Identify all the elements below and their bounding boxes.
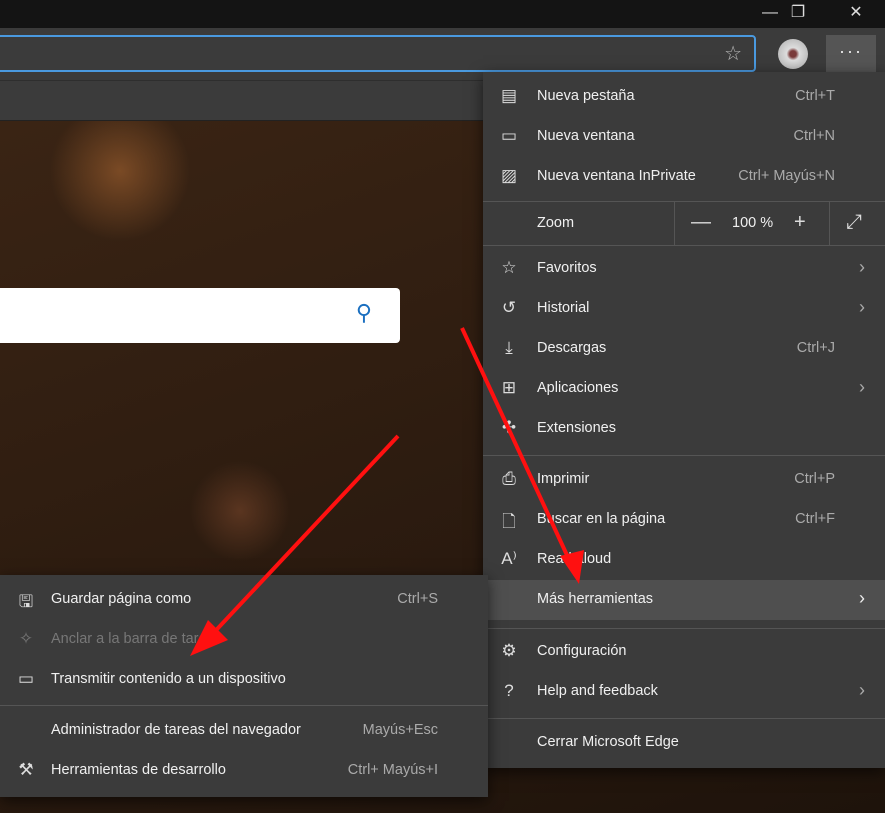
menu-item-new-window[interactable]: ▭ Nueva ventana Ctrl+N: [483, 117, 885, 157]
zoom-in-button[interactable]: +: [794, 211, 806, 234]
find-in-page-icon: 🗋: [502, 512, 516, 531]
menu-item-print[interactable]: ⎙ Imprimir Ctrl+P: [483, 460, 885, 500]
shortcut: Ctrl+F: [795, 511, 835, 527]
label: Historial: [537, 300, 590, 316]
label: Transmitir contenido a un dispositivo: [51, 671, 286, 687]
menu-item-close-edge[interactable]: Cerrar Microsoft Edge: [483, 723, 885, 763]
shortcut: Ctrl+N: [793, 128, 836, 144]
window-icon: ▭: [500, 126, 518, 145]
divider: [0, 705, 488, 706]
settings-and-more-button[interactable]: ···: [826, 35, 876, 73]
pin-icon: ✧: [18, 629, 34, 648]
zoom-value: 100 %: [732, 215, 774, 231]
apps-icon: ⊞: [501, 378, 517, 397]
title-bar: — ❐ ✕: [0, 0, 885, 28]
chevron-right-icon: ›: [859, 680, 865, 700]
history-icon: ↺: [501, 298, 517, 317]
save-icon: 🖫: [18, 592, 34, 611]
label: Descargas: [537, 340, 607, 356]
favorites-icon: ☆: [501, 258, 517, 277]
divider: [829, 201, 830, 245]
restore-button[interactable]: ❐: [775, 0, 821, 28]
label: Anclar a la barra de tareas: [51, 631, 222, 647]
zoom-row: Zoom — 100 % + ⤢: [483, 201, 885, 245]
cast-icon: ▭: [17, 669, 35, 688]
fullscreen-icon[interactable]: ⤢: [846, 211, 862, 234]
printer-icon: ⎙: [502, 469, 516, 488]
label: Nueva pestaña: [537, 88, 635, 104]
zoom-label: Zoom: [537, 215, 575, 231]
chevron-right-icon: ›: [859, 257, 865, 277]
divider: [483, 245, 885, 246]
shortcut: Ctrl+ Mayús+N: [738, 168, 835, 184]
label: Read aloud: [537, 551, 612, 567]
shortcut: Mayús+Esc: [362, 722, 438, 738]
menu-item-downloads[interactable]: ⤓ Descargas Ctrl+J: [483, 329, 885, 369]
extensions-icon: ✣: [501, 418, 517, 437]
label: Nueva ventana: [537, 128, 635, 144]
download-icon: ⤓: [505, 338, 513, 357]
menu-item-apps[interactable]: ⊞ Aplicaciones ›: [483, 369, 885, 409]
inprivate-icon: ▨: [500, 166, 518, 185]
submenu-item-save-page[interactable]: 🖫 Guardar página como Ctrl+S: [0, 580, 488, 620]
chevron-right-icon: ›: [859, 588, 865, 608]
new-tab-icon: ▤: [500, 86, 518, 105]
profile-avatar[interactable]: [778, 39, 808, 69]
label: Más herramientas: [537, 591, 654, 607]
submenu-item-dev-tools[interactable]: ⚒ Herramientas de desarrollo Ctrl+ Mayús+I: [0, 751, 488, 791]
shortcut: Ctrl+J: [796, 340, 835, 356]
search-icon[interactable]: ⚲: [356, 300, 372, 326]
read-aloud-icon: A⁾: [501, 549, 517, 568]
menu-item-new-tab[interactable]: ▤ Nueva pestaña Ctrl+T: [483, 77, 885, 117]
menu-item-more-tools[interactable]: Más herramientas ›: [483, 580, 885, 620]
chevron-right-icon: ›: [859, 297, 865, 317]
label: Administrador de tareas del navegador: [51, 722, 301, 738]
menu-item-extensions[interactable]: ✣ Extensiones: [483, 409, 885, 449]
shortcut: Ctrl+S: [397, 591, 438, 607]
submenu-item-cast[interactable]: ▭ Transmitir contenido a un dispositivo: [0, 660, 488, 700]
more-tools-submenu: 🖫 Guardar página como Ctrl+S ✧ Anclar a la …: [0, 575, 488, 797]
chevron-right-icon: ›: [859, 377, 865, 397]
label: Cerrar Microsoft Edge: [537, 734, 679, 750]
label: Help and feedback: [537, 683, 658, 699]
label: Herramientas de desarrollo: [51, 762, 226, 778]
menu-item-inprivate[interactable]: ▨ Nueva ventana InPrivate Ctrl+ Mayús+N: [483, 157, 885, 197]
submenu-item-pin-taskbar[interactable]: ✧ Anclar a la barra de tareas: [0, 620, 488, 660]
close-window-button[interactable]: ✕: [833, 0, 879, 28]
label: Aplicaciones: [537, 380, 619, 396]
menu-item-favorites[interactable]: ☆ Favoritos ›: [483, 249, 885, 289]
settings-menu: ▤ Nueva pestaña Ctrl+T ▭ Nueva ventana Ctrl+…: [483, 72, 885, 768]
menu-item-read-aloud[interactable]: A⁾ Read aloud: [483, 540, 885, 580]
divider: [483, 718, 885, 719]
menu-item-settings[interactable]: ⚙ Configuración: [483, 632, 885, 672]
label: Extensiones: [537, 420, 616, 436]
label: Configuración: [537, 643, 627, 659]
search-input[interactable]: ⚲: [0, 288, 400, 343]
label: Buscar en la página: [537, 511, 666, 527]
shortcut: Ctrl+P: [794, 471, 835, 487]
help-icon: ?: [504, 681, 514, 700]
gear-icon: ⚙: [501, 641, 517, 660]
divider: [483, 628, 885, 629]
shortcut: Ctrl+ Mayús+I: [347, 762, 438, 778]
submenu-item-task-manager[interactable]: Administrador de tareas del navegador May…: [0, 711, 488, 751]
menu-item-find[interactable]: 🗋 Buscar en la página Ctrl+F: [483, 500, 885, 540]
add-favorite-icon[interactable]: ☆: [724, 41, 742, 66]
label: Favoritos: [537, 260, 597, 276]
label: Imprimir: [537, 471, 590, 487]
divider: [674, 201, 675, 245]
menu-item-history[interactable]: ↺ Historial ›: [483, 289, 885, 329]
menu-item-help[interactable]: ? Help and feedback ›: [483, 672, 885, 712]
divider: [483, 455, 885, 456]
label: Guardar página como: [51, 591, 192, 607]
address-bar[interactable]: ☆: [0, 35, 756, 72]
dev-tools-icon: ⚒: [18, 760, 34, 779]
label: Nueva ventana InPrivate: [537, 168, 696, 184]
shortcut: Ctrl+T: [795, 88, 835, 104]
zoom-out-button[interactable]: —: [691, 211, 711, 234]
